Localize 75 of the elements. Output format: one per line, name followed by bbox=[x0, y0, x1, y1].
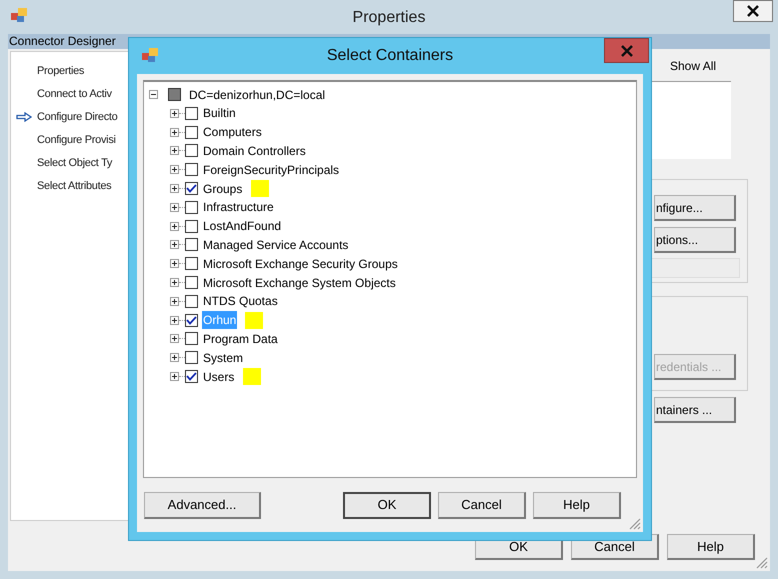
checkbox[interactable] bbox=[185, 351, 198, 364]
app-icon bbox=[10, 7, 28, 23]
expand-icon[interactable] bbox=[170, 372, 179, 382]
close-icon bbox=[747, 5, 759, 17]
expand-icon[interactable] bbox=[170, 202, 179, 212]
expand-icon[interactable] bbox=[170, 278, 179, 288]
tree-item[interactable]: Microsoft Exchange Security Groups bbox=[202, 254, 399, 273]
step-item[interactable]: Configure Provisi bbox=[37, 132, 116, 149]
tree-item[interactable]: Microsoft Exchange System Objects bbox=[202, 274, 397, 292]
checkbox[interactable] bbox=[185, 294, 198, 308]
expand-icon[interactable] bbox=[170, 316, 179, 325]
checkbox[interactable] bbox=[185, 370, 198, 384]
expand-icon[interactable] bbox=[170, 240, 179, 250]
checkbox[interactable] bbox=[185, 220, 198, 233]
checkbox[interactable] bbox=[185, 314, 198, 327]
tree-item[interactable]: Builtin bbox=[202, 104, 237, 122]
check-icon bbox=[186, 372, 197, 382]
config-button[interactable]: nfigure... bbox=[654, 195, 736, 221]
resize-grip-icon[interactable] bbox=[627, 516, 641, 530]
step-item[interactable]: Properties bbox=[37, 63, 84, 80]
dialog-button[interactable]: Help bbox=[667, 534, 755, 560]
step-item[interactable]: Select Object Ty bbox=[37, 155, 112, 172]
config-button[interactable]: ptions... bbox=[654, 227, 736, 253]
step-item[interactable]: Select Attributes bbox=[37, 178, 112, 195]
tree-item[interactable]: DC=denizorhun,DC=local bbox=[189, 86, 326, 104]
dialog-title: Select Containers bbox=[326, 46, 454, 66]
tree-item[interactable]: Computers bbox=[202, 123, 263, 142]
dialog-button[interactable]: Advanced... bbox=[144, 492, 261, 518]
checkbox[interactable] bbox=[185, 276, 198, 290]
checkbox[interactable] bbox=[185, 163, 198, 176]
tree-item[interactable]: NTDS Quotas bbox=[202, 292, 279, 310]
window-title: Properties bbox=[352, 8, 426, 28]
checkbox[interactable] bbox=[185, 182, 198, 196]
tree-item[interactable]: Managed Service Accounts bbox=[202, 236, 350, 254]
dialog-button[interactable]: Help bbox=[533, 492, 621, 518]
checkbox[interactable] bbox=[185, 238, 198, 252]
tree-item[interactable]: Users bbox=[202, 368, 236, 386]
checkbox[interactable] bbox=[168, 88, 181, 101]
expand-icon[interactable] bbox=[170, 108, 179, 118]
dialog-button[interactable]: Cancel bbox=[438, 492, 526, 518]
tree-item[interactable]: ForeignSecurityPrincipals bbox=[202, 160, 340, 179]
tree-item[interactable]: LostAndFound bbox=[202, 217, 282, 236]
tree-item[interactable]: Infrastructure bbox=[202, 198, 275, 216]
step-item[interactable]: Configure Directo bbox=[37, 109, 118, 126]
checkbox[interactable] bbox=[185, 200, 198, 214]
show-all-label[interactable]: Show All bbox=[670, 57, 716, 75]
config-button[interactable]: ntainers ... bbox=[654, 397, 736, 423]
checkbox[interactable] bbox=[185, 332, 198, 346]
check-icon bbox=[186, 184, 197, 194]
expand-icon[interactable] bbox=[170, 296, 179, 306]
dialog-button[interactable]: OK bbox=[343, 492, 431, 518]
tree-item[interactable]: System bbox=[202, 348, 244, 367]
expand-icon[interactable] bbox=[170, 259, 179, 268]
arrow-icon bbox=[16, 112, 32, 122]
step-item[interactable]: Connect to Activ bbox=[37, 86, 112, 103]
collapse-icon[interactable] bbox=[149, 90, 158, 99]
tree-item[interactable]: Program Data bbox=[202, 330, 279, 348]
expand-icon[interactable] bbox=[170, 222, 179, 231]
checkbox[interactable] bbox=[185, 126, 198, 139]
resize-grip-icon[interactable] bbox=[754, 555, 768, 569]
close-icon bbox=[620, 44, 632, 56]
check-icon bbox=[186, 316, 197, 325]
expand-icon[interactable] bbox=[170, 334, 179, 344]
tree-item[interactable]: Groups bbox=[202, 180, 244, 198]
checkbox[interactable] bbox=[185, 106, 198, 120]
expand-icon[interactable] bbox=[170, 165, 179, 174]
checkbox[interactable] bbox=[185, 144, 198, 158]
expand-icon[interactable] bbox=[170, 184, 179, 194]
tree-item[interactable]: Domain Controllers bbox=[202, 142, 307, 160]
expand-icon[interactable] bbox=[170, 128, 179, 137]
expand-icon[interactable] bbox=[170, 146, 179, 156]
app-icon bbox=[141, 47, 159, 63]
close-button[interactable] bbox=[733, 0, 773, 22]
checkbox[interactable] bbox=[185, 257, 198, 270]
expand-icon[interactable] bbox=[170, 353, 179, 362]
